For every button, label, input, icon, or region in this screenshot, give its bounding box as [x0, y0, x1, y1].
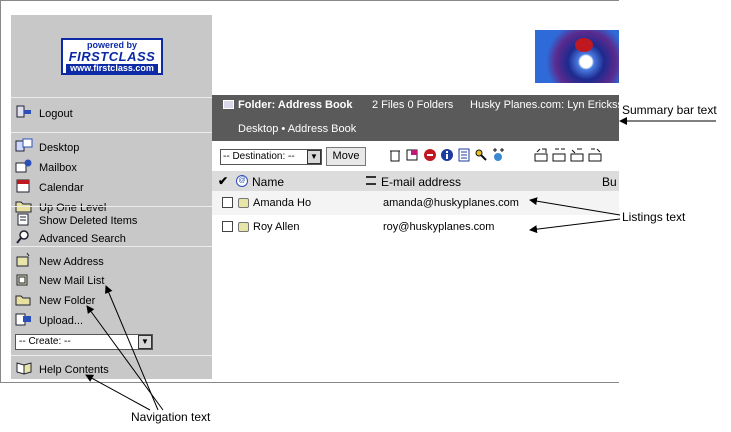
nav-label: Help Contents: [39, 364, 109, 376]
server-user: Husky Planes.com: Lyn Ericksson: [470, 99, 619, 111]
nav-label: Logout: [39, 108, 73, 120]
nav-item-new-address[interactable]: New Address: [15, 252, 205, 270]
nav-item-advanced-search[interactable]: Advanced Search: [15, 229, 205, 247]
stop-icon[interactable]: [423, 148, 437, 162]
nav-item-desktop[interactable]: Desktop: [15, 138, 205, 156]
mail-out-icon[interactable]: [534, 148, 548, 162]
trash-icon[interactable]: [388, 148, 402, 162]
nav-label: Mailbox: [39, 162, 77, 174]
contact-name[interactable]: Roy Allen: [253, 221, 299, 233]
nav-item-new-folder[interactable]: New Folder: [15, 291, 205, 309]
nav-label: Desktop: [39, 142, 80, 154]
banner-image: [535, 30, 619, 83]
info-icon[interactable]: [440, 148, 454, 162]
column-header: ✔ @ Name E-mail address Bu: [212, 171, 619, 191]
nav-item-logout[interactable]: Logout: [15, 104, 205, 122]
listing-toolbar: -- Destination: -- ▼ Move: [212, 141, 619, 171]
column-email-header[interactable]: E-mail address: [381, 175, 461, 189]
logo-line-3: www.firstclass.com: [66, 64, 158, 73]
upload-icon: [15, 311, 33, 327]
contact-email[interactable]: amanda@huskyplanes.com: [383, 197, 519, 209]
destination-select[interactable]: -- Destination: -- ▼: [220, 149, 322, 165]
nav-item-new-mail-list[interactable]: New Mail List: [15, 271, 205, 289]
flag-icon[interactable]: [405, 148, 419, 162]
contact-card-icon: [238, 198, 249, 208]
desktop-icon: [15, 138, 33, 154]
new-folder-icon: [15, 291, 33, 307]
row-checkbox[interactable]: [222, 221, 233, 232]
nav-group-help: Help Contents: [11, 355, 212, 379]
nav-item-help-contents[interactable]: Help Contents: [15, 360, 205, 378]
logo-line-2: FIRSTCLASS: [68, 49, 156, 64]
folder-icon: [223, 100, 234, 109]
navigation-sidebar: powered by FIRSTCLASS www.firstclass.com…: [11, 15, 212, 379]
mail-in-icon[interactable]: [552, 148, 566, 162]
folder-title: Folder: Address Book: [238, 99, 353, 111]
row-checkbox[interactable]: [222, 197, 233, 208]
magnifier-icon: [15, 229, 33, 245]
new-address-icon: [15, 252, 33, 268]
summary-bar: Folder: Address Book 2 Files 0 Folders H…: [212, 95, 619, 141]
help-icon: [15, 360, 33, 376]
item-counts: 2 Files 0 Folders: [372, 99, 454, 111]
destination-select-value: -- Destination: --: [223, 151, 295, 162]
nav-label: Advanced Search: [39, 233, 126, 245]
nav-group-create: New Address New Mail List New Folder Upl…: [11, 246, 212, 355]
navigation-callout: Navigation text: [131, 410, 211, 424]
logo-area: powered by FIRSTCLASS www.firstclass.com: [11, 15, 212, 97]
address-card-icon: @: [236, 175, 248, 187]
nav-item-upload[interactable]: Upload...: [15, 311, 205, 329]
contact-card-icon: [238, 222, 249, 232]
calendar-icon: [15, 178, 33, 194]
nav-item-show-deleted[interactable]: Show Deleted Items: [15, 211, 205, 229]
nav-group-locations: Desktop Mailbox Calendar Up One Level: [11, 132, 212, 214]
sort-icon[interactable]: [366, 176, 376, 185]
nav-label: Upload...: [39, 315, 84, 327]
breadcrumb[interactable]: Desktop • Address Book: [238, 123, 356, 135]
nav-group-tools: Show Deleted Items Advanced Search: [11, 206, 212, 246]
forward-icon[interactable]: [588, 148, 602, 162]
logout-icon: [15, 104, 33, 120]
nav-label: Calendar: [39, 182, 84, 194]
nav-label: New Mail List: [39, 275, 105, 287]
firstclass-window: powered by FIRSTCLASS www.firstclass.com…: [0, 0, 619, 383]
create-select-value: -- Create: --: [19, 336, 71, 347]
add-member-icon[interactable]: [491, 148, 505, 162]
firstclass-logo[interactable]: powered by FIRSTCLASS www.firstclass.com: [61, 38, 163, 75]
trash-list-icon: [15, 211, 33, 227]
table-row[interactable]: Amanda Ho amanda@huskyplanes.com: [212, 191, 619, 215]
new-mail-list-icon: [15, 271, 33, 287]
nav-item-calendar[interactable]: Calendar: [15, 178, 205, 196]
move-button[interactable]: Move: [326, 147, 366, 166]
nav-item-mailbox[interactable]: Mailbox: [15, 158, 205, 176]
nav-group-session: Logout: [11, 97, 212, 132]
chevron-down-icon[interactable]: ▼: [138, 335, 152, 349]
nav-label: New Folder: [39, 295, 96, 307]
nav-label: New Address: [39, 256, 104, 268]
contact-name[interactable]: Amanda Ho: [253, 197, 311, 209]
key-icon[interactable]: [474, 148, 488, 162]
listings-callout: Listings text: [622, 210, 686, 224]
create-select[interactable]: -- Create: -- ▼: [15, 334, 153, 350]
mailbox-icon: [15, 158, 33, 174]
summary-callout: Summary bar text: [622, 103, 717, 117]
table-row[interactable]: Roy Allen roy@huskyplanes.com: [212, 215, 619, 239]
column-name-header[interactable]: Name: [252, 175, 284, 189]
list-icon[interactable]: [457, 148, 471, 162]
chevron-down-icon[interactable]: ▼: [307, 150, 321, 164]
contact-email[interactable]: roy@huskyplanes.com: [383, 221, 494, 233]
column-extra-header[interactable]: Bu: [602, 175, 617, 189]
select-all-checkmark[interactable]: ✔: [218, 174, 228, 188]
nav-label: Show Deleted Items: [39, 215, 138, 227]
reply-icon[interactable]: [570, 148, 584, 162]
